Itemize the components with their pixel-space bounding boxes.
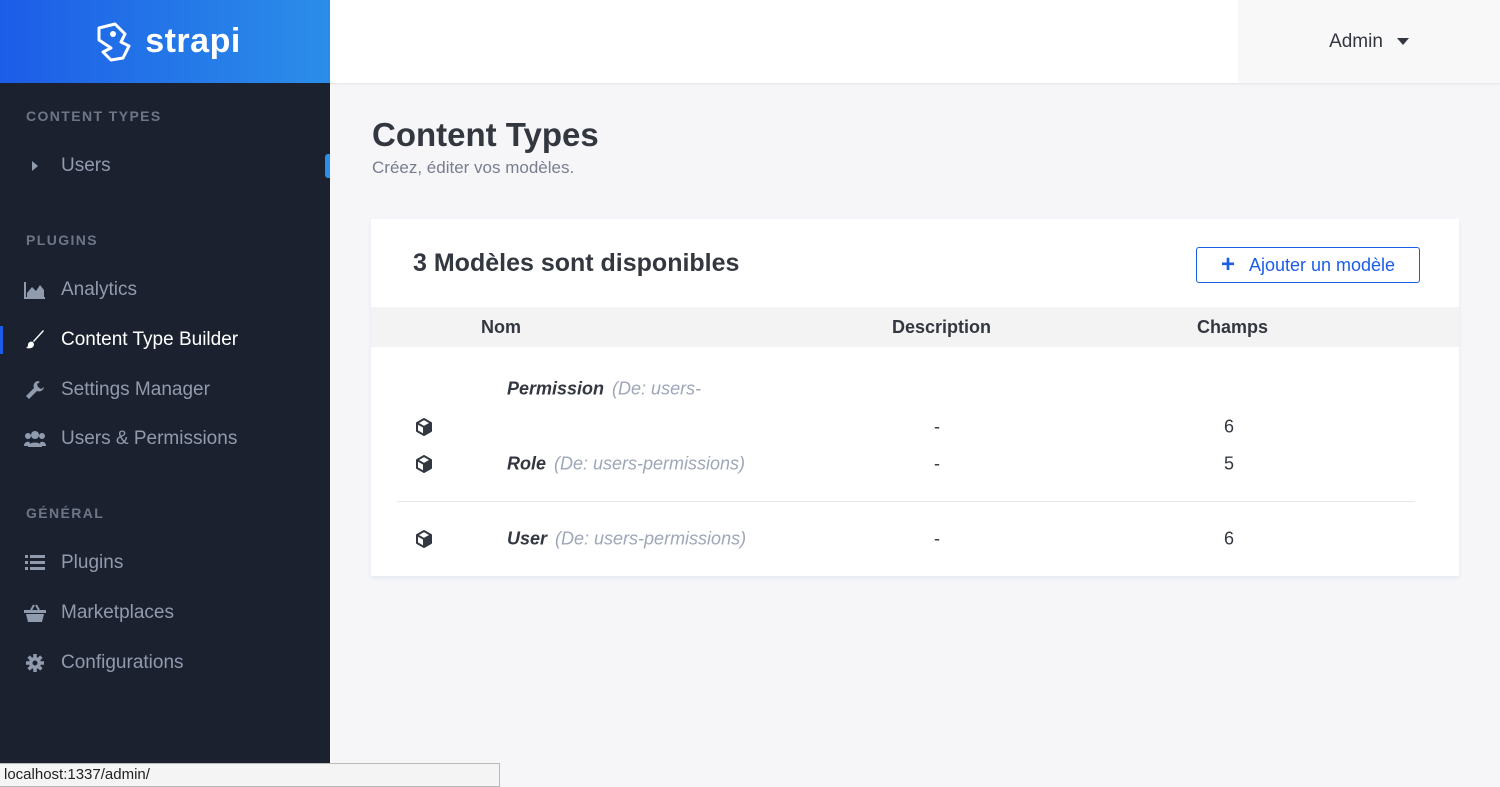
model-source: (De: users-permissions) [555, 528, 747, 549]
sidebar-item-label: Plugins [61, 552, 124, 573]
row-divider [397, 501, 1415, 502]
model-name-cell: User (De: users-permissions) [507, 529, 746, 550]
sidebar-item-label: Analytics [61, 279, 138, 300]
cube-icon [416, 418, 432, 436]
table-row[interactable]: Role (De: users-permissions) - 5 [371, 445, 1459, 483]
table-row-permission-values[interactable]: - 6 [371, 408, 1459, 446]
column-header-description: Description [892, 317, 992, 337]
sidebar-item-analytics[interactable]: Analytics [0, 266, 330, 314]
column-header-name: Nom [481, 317, 521, 337]
model-name-cell: Permission (De: users- [507, 379, 701, 400]
paint-brush-icon [24, 329, 46, 351]
add-model-button[interactable]: + Ajouter un modèle [1196, 247, 1420, 283]
model-source: (De: users-permissions) [554, 453, 746, 474]
section-title-plugins: Plugins [26, 232, 99, 248]
table-header: Nom Description Champs [371, 307, 1459, 347]
sidebar-item-label: Marketplaces [61, 602, 174, 623]
sidebar-item-label: Users & Permissions [61, 428, 238, 449]
model-fields-count: 6 [1224, 416, 1235, 437]
model-name: Role [507, 453, 547, 474]
model-fields-count: 5 [1224, 453, 1235, 474]
cube-icon [416, 530, 432, 548]
sidebar-item-users[interactable]: Users [0, 142, 330, 190]
model-name: Permission [507, 378, 605, 399]
sidebar-item-plugins[interactable]: Plugins [0, 539, 330, 587]
model-fields-count: 6 [1224, 528, 1235, 549]
users-icon [24, 428, 46, 450]
list-icon [24, 552, 46, 574]
column-header-fields: Champs [1197, 317, 1269, 337]
sidebar-item-label: Users [61, 155, 111, 176]
sidebar-item-label: Content Type Builder [61, 329, 239, 350]
gear-icon [24, 652, 46, 674]
sidebar-item-users-permissions[interactable]: Users & Permissions [0, 415, 330, 463]
page-title: Content Types [372, 116, 599, 153]
basket-icon [24, 602, 46, 624]
brand-header[interactable]: strapi [0, 0, 330, 83]
section-title-content-types: Content Types [26, 108, 162, 124]
model-source: (De: users- [612, 378, 702, 399]
section-title-general: Général [26, 505, 105, 521]
sidebar: strapi Content Types Users Plugins Analy… [0, 0, 330, 787]
table-row[interactable]: Permission (De: users- [371, 371, 1459, 411]
caret-right-icon [24, 155, 46, 177]
sidebar-item-content-type-builder[interactable]: Content Type Builder [0, 316, 330, 364]
browser-status-url: localhost:1337/admin/ [0, 763, 500, 787]
strapi-logo-icon [97, 22, 131, 61]
user-name: Admin [1329, 30, 1383, 52]
caret-down-icon [1396, 38, 1409, 45]
sidebar-item-label: Configurations [61, 652, 184, 673]
area-chart-icon [24, 279, 46, 301]
model-description: - [934, 528, 940, 549]
sidebar-item-marketplaces[interactable]: Marketplaces [0, 589, 330, 637]
plus-icon: + [1220, 251, 1235, 278]
models-card: 3 Modèles sont disponibles + Ajouter un … [371, 219, 1459, 576]
top-header: Admin [330, 0, 1500, 83]
card-title: 3 Modèles sont disponibles [413, 249, 740, 277]
wrench-icon [24, 379, 46, 401]
sidebar-item-settings-manager[interactable]: Settings Manager [0, 366, 330, 414]
model-description: - [934, 453, 940, 474]
table-row[interactable]: User (De: users-permissions) - 6 [371, 520, 1459, 558]
page-subtitle: Créez, éditer vos modèles. [372, 158, 575, 177]
model-name-cell: Role (De: users-permissions) [507, 454, 745, 475]
user-menu-button[interactable]: Admin [1238, 0, 1500, 83]
brand-name: strapi [145, 22, 241, 60]
model-description: - [934, 416, 940, 437]
sidebar-item-label: Settings Manager [61, 379, 210, 400]
cube-icon [416, 455, 432, 473]
sidebar-item-configurations[interactable]: Configurations [0, 639, 330, 687]
add-model-label: Ajouter un modèle [1248, 254, 1396, 275]
model-name: User [507, 528, 548, 549]
